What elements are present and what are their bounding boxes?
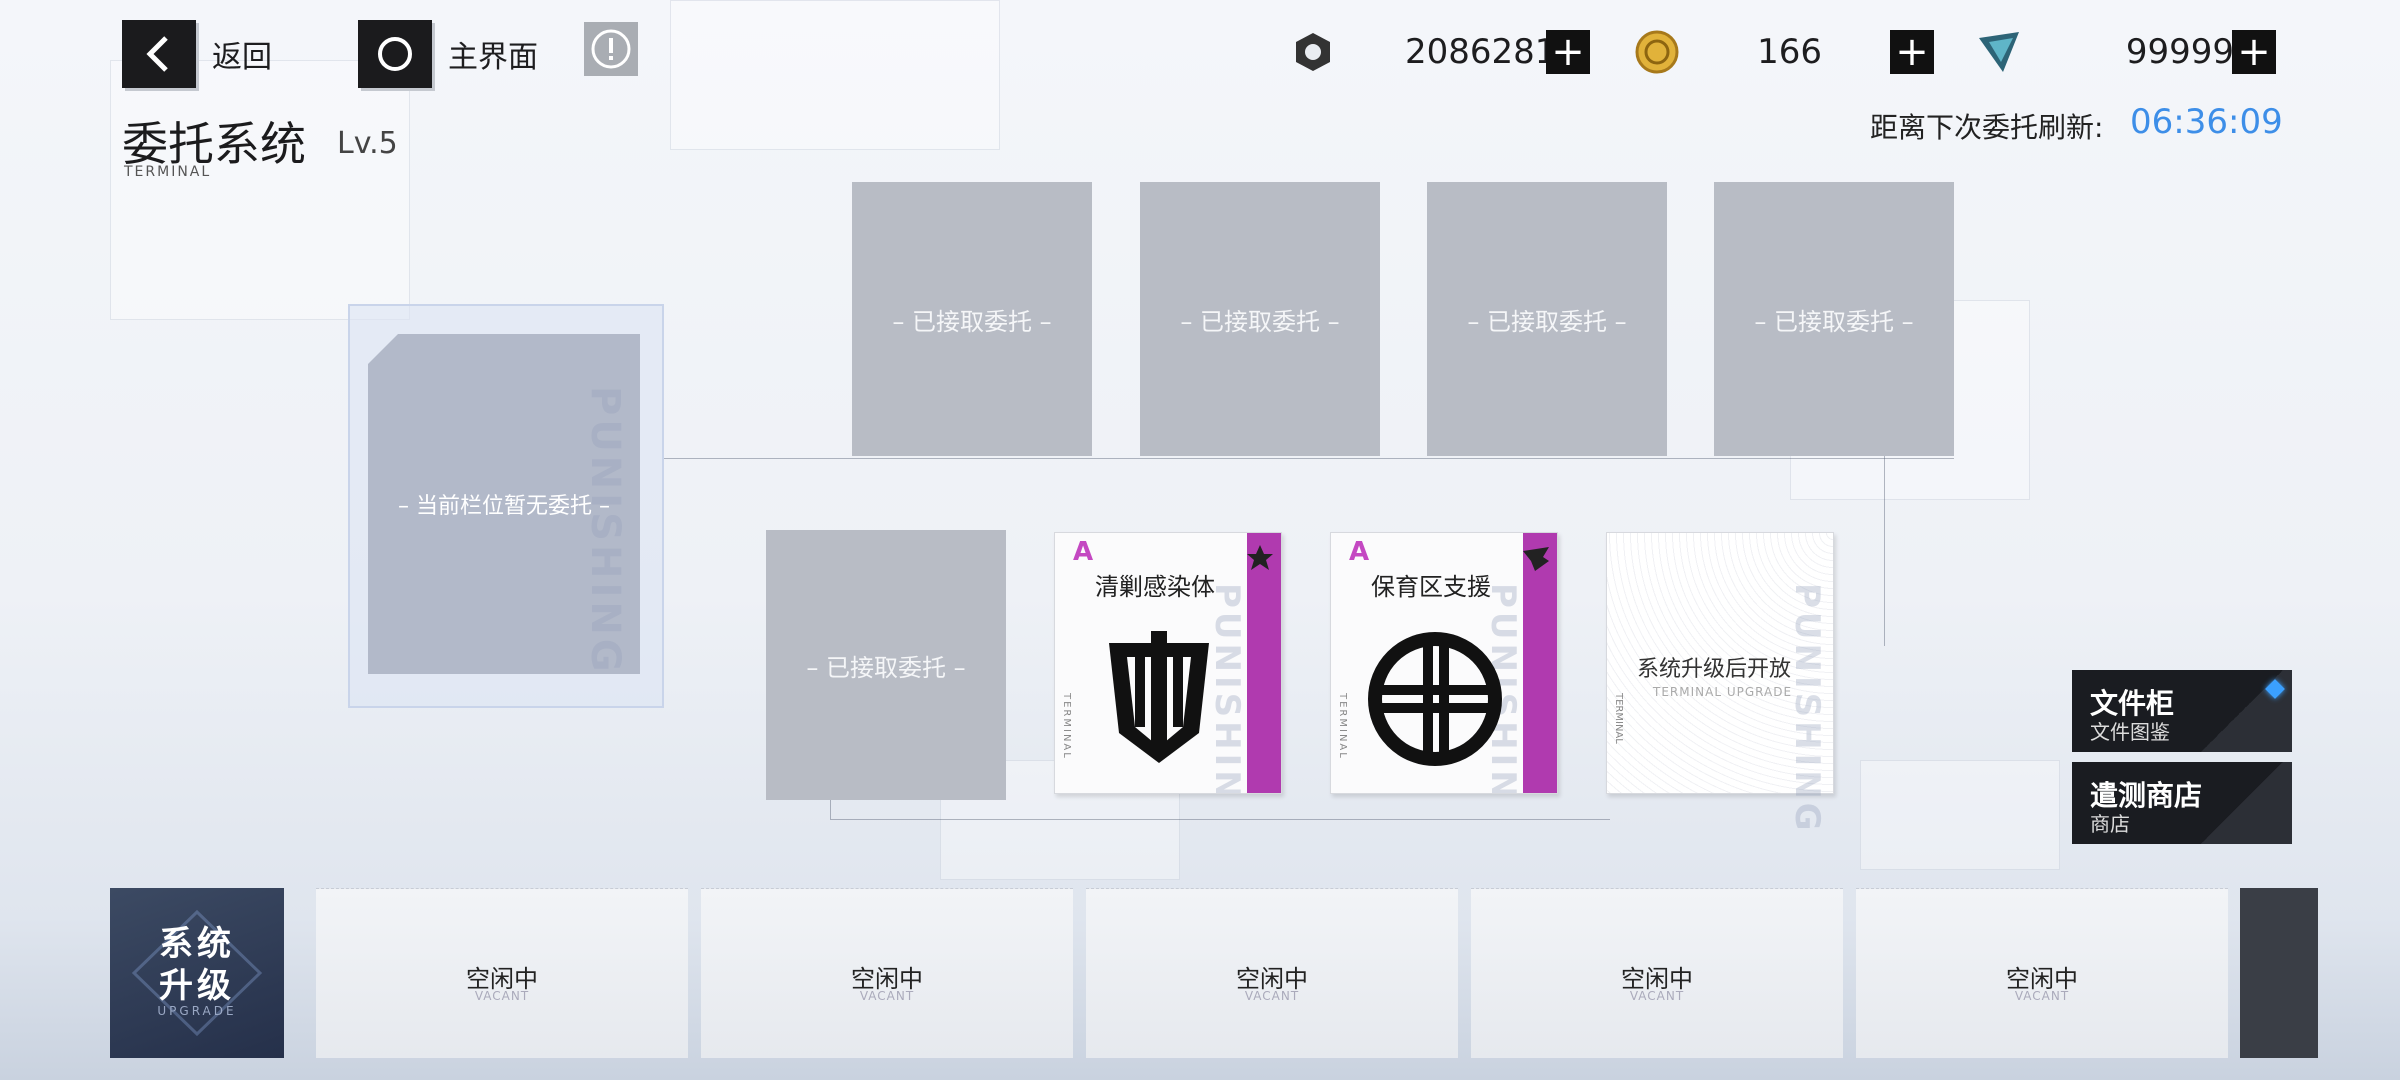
card-title: 保育区支援 [1371, 573, 1491, 601]
side-button-subtitle: 文件图鉴 [2090, 720, 2170, 744]
add-coins-button[interactable]: + [1890, 30, 1934, 74]
add-nuts-button[interactable]: + [1546, 30, 1590, 74]
commission-card-purge[interactable]: PUNISHING A 清剿感染体 TERMINAL [1054, 532, 1282, 794]
file-cabinet-button[interactable]: 文件柜 文件图鉴 [2072, 670, 2292, 752]
accepted-commission-slot[interactable]: – 已接取委托 – [1714, 182, 1954, 456]
empty-slot-text: – 当前栏位暂无委托 – [398, 494, 610, 519]
vacant-slot[interactable]: 空闲中 VACANT [1086, 888, 1458, 1058]
add-crystal-button[interactable]: + [2232, 30, 2276, 74]
punishing-watermark: PUNISHING [1787, 583, 1827, 835]
locked-commission-slot[interactable]: PUNISHING TERMINAL 系统升级后开放 TERMINAL UPGR… [1606, 532, 1834, 835]
accepted-commission-slot[interactable]: – 已接取委托 – [852, 182, 1092, 456]
accepted-text: – 已接取委托 – [1180, 307, 1340, 336]
accepted-commission-slot[interactable]: – 已接取委托 – [766, 530, 1006, 800]
circle-icon [358, 20, 432, 88]
gold-coin-icon [1632, 27, 1682, 77]
vacant-sub: VACANT [1244, 989, 1300, 1003]
home-label: 主界面 [448, 40, 538, 75]
currency-crystal: 99999 [1974, 22, 2234, 82]
system-upgrade-button[interactable]: 系统 升级 UPGRADE [110, 888, 284, 1058]
rank-a-mark: A [1349, 537, 1370, 567]
punishing-watermark: PUNISHING [582, 386, 628, 676]
wing-badge-icon [1523, 547, 1549, 571]
accepted-text: – 已接取委托 – [1467, 307, 1627, 336]
locked-subtitle: TERMINAL UPGRADE [1653, 685, 1793, 699]
currency-value: 99999 [2125, 32, 2234, 72]
back-button[interactable]: 返回 [122, 20, 272, 88]
locked-title: 系统升级后开放 [1637, 657, 1792, 682]
currency-value: 166 [1757, 32, 1822, 72]
tower-emblem-icon [1109, 631, 1209, 763]
vacant-sub: VACANT [1629, 989, 1685, 1003]
accepted-commission-slot[interactable]: – 已接取委托 – [1427, 182, 1667, 456]
currency-nuts: 20862819 [1288, 22, 1578, 82]
side-button-subtitle: 商店 [2090, 812, 2130, 836]
commission-card-reserve[interactable]: PUNISHING A 保育区支援 TERMINAL [1330, 532, 1558, 794]
currency-coins: 166 [1632, 22, 1822, 82]
star-badge-icon [1247, 545, 1273, 570]
bg-document [670, 0, 1000, 150]
terminal-label: TERMINAL [1337, 693, 1348, 760]
bg-document [110, 60, 410, 320]
terminal-label: TERMINAL [1061, 693, 1072, 760]
cross-circle-emblem-icon [1368, 632, 1502, 766]
upgrade-line2: 升级 [159, 966, 235, 1006]
terminal-label: TERMINAL [1613, 693, 1624, 744]
exclamation-icon [591, 29, 631, 69]
vacant-slot[interactable]: 空闲中 VACANT [316, 888, 688, 1058]
vacant-sub: VACANT [2014, 989, 2070, 1003]
hex-nut-icon [1288, 27, 1338, 77]
accepted-commission-slot[interactable]: – 已接取委托 – [1140, 182, 1380, 456]
rank-a-mark: A [1073, 537, 1094, 567]
vacant-sub: VACANT [859, 989, 915, 1003]
home-button[interactable]: 主界面 [358, 20, 538, 88]
accepted-text: – 已接取委托 – [806, 653, 966, 682]
bg-document [1860, 760, 2060, 870]
currency-value: 20862819 [1404, 32, 1578, 72]
chevron-left-icon [122, 20, 196, 88]
back-label: 返回 [212, 40, 272, 75]
card-title: 清剿感染体 [1095, 573, 1215, 601]
upgrade-sub: UPGRADE [157, 1004, 237, 1018]
vacant-slot[interactable]: 空闲中 VACANT [1471, 888, 1843, 1058]
accepted-text: – 已接取委托 – [1754, 307, 1914, 336]
crystal-icon [1974, 27, 2024, 77]
current-commission-slot[interactable]: – 当前栏位暂无委托 – PUNISHING [348, 304, 664, 708]
vacant-slot[interactable]: 空闲中 VACANT [701, 888, 1073, 1058]
level-badge: Lv.5 [337, 126, 398, 161]
scroll-end-block [2240, 888, 2318, 1058]
connector-line [664, 458, 1954, 459]
vacant-slot[interactable]: 空闲中 VACANT [1856, 888, 2228, 1058]
accepted-text: – 已接取委托 – [892, 307, 1052, 336]
vacant-sub: VACANT [474, 989, 530, 1003]
shop-button[interactable]: 遣测商店 商店 [2072, 762, 2292, 844]
connector-line [830, 800, 1610, 820]
refresh-timer: 06:36:09 [2130, 102, 2283, 142]
connector-line [1884, 456, 1885, 646]
info-button[interactable] [584, 22, 638, 76]
refresh-label: 距离下次委托刷新: [1870, 111, 2104, 144]
page-subtitle: TERMINAL [124, 164, 212, 180]
